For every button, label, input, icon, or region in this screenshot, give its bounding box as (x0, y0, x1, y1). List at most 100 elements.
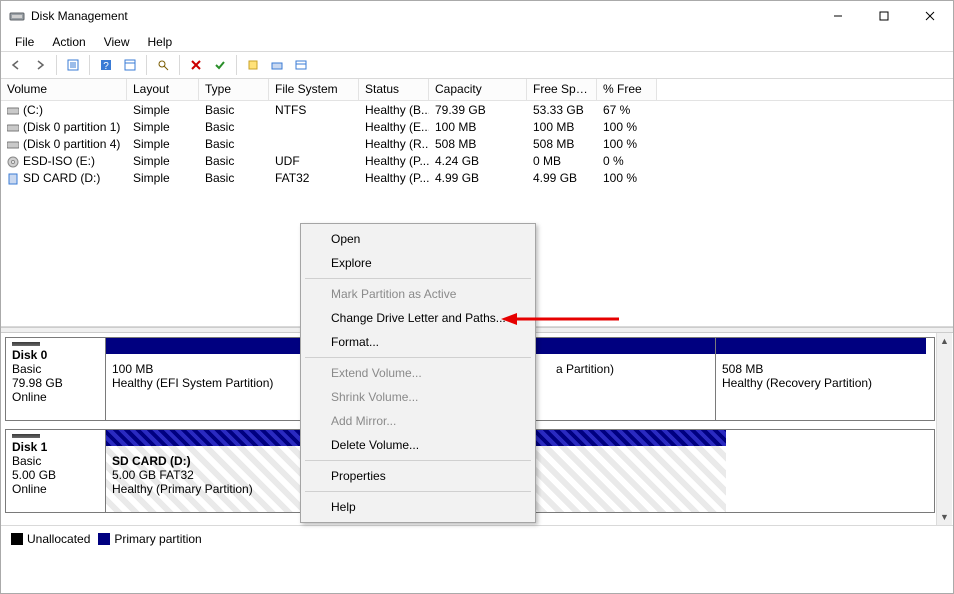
volume-type: Basic (199, 137, 269, 151)
volume-row[interactable]: SD CARD (D:)SimpleBasicFAT32Healthy (P..… (1, 169, 953, 186)
settings-icon[interactable] (119, 54, 141, 76)
volume-capacity: 508 MB (429, 137, 527, 151)
scroll-down-icon[interactable]: ▼ (937, 509, 952, 525)
partition-status: Healthy (Recovery Partition) (722, 376, 872, 390)
help-icon[interactable]: ? (95, 54, 117, 76)
volume-layout: Simple (127, 120, 199, 134)
volume-free: 4.99 GB (527, 171, 597, 185)
col-capacity[interactable]: Capacity (429, 79, 527, 101)
delete-icon[interactable] (185, 54, 207, 76)
col-status[interactable]: Status (359, 79, 429, 101)
volume-capacity: 4.24 GB (429, 154, 527, 168)
volume-free: 100 MB (527, 120, 597, 134)
col-type[interactable]: Type (199, 79, 269, 101)
ctx-shrink-volume: Shrink Volume... (303, 385, 533, 409)
col-layout[interactable]: Layout (127, 79, 199, 101)
ctx-add-mirror: Add Mirror... (303, 409, 533, 433)
partition-status: Healthy (EFI System Partition) (112, 376, 273, 390)
forward-button[interactable] (29, 54, 51, 76)
find-icon[interactable] (152, 54, 174, 76)
disk-size: 5.00 GB (12, 468, 99, 482)
volume-free: 508 MB (527, 137, 597, 151)
close-button[interactable] (907, 1, 953, 31)
volume-icon (7, 139, 19, 149)
disk-management-window: Disk Management File Action View Help ? (0, 0, 954, 594)
menu-action[interactable]: Action (44, 33, 93, 51)
volume-status: Healthy (R... (359, 137, 429, 151)
app-icon (9, 8, 25, 24)
menu-help[interactable]: Help (140, 33, 181, 51)
volume-status: Healthy (E... (359, 120, 429, 134)
disk-info[interactable]: Disk 1Basic5.00 GBOnline (6, 430, 106, 512)
disk-type: Basic (12, 362, 99, 376)
new-icon[interactable] (242, 54, 264, 76)
window-buttons (815, 1, 953, 31)
vertical-scrollbar[interactable]: ▲ ▼ (936, 333, 952, 525)
list-icon[interactable] (290, 54, 312, 76)
partition[interactable]: 100 MBHealthy (EFI System Partition) (106, 338, 306, 420)
volume-type: Basic (199, 103, 269, 117)
volume-name: SD CARD (D:) (23, 171, 100, 185)
volume-type: Basic (199, 171, 269, 185)
volume-status: Healthy (P... (359, 171, 429, 185)
volume-capacity: 4.99 GB (429, 171, 527, 185)
minimize-button[interactable] (815, 1, 861, 31)
ctx-explore[interactable]: Explore (303, 251, 533, 275)
volume-free: 53.33 GB (527, 103, 597, 117)
disk-icon (12, 342, 40, 346)
volume-fs: UDF (269, 154, 359, 168)
disk-info[interactable]: Disk 0Basic79.98 GBOnline (6, 338, 106, 420)
partition-status: a Partition) (556, 362, 614, 376)
col-volume[interactable]: Volume (1, 79, 127, 101)
volume-row[interactable]: ESD-ISO (E:)SimpleBasicUDFHealthy (P...4… (1, 152, 953, 169)
ctx-help[interactable]: Help (303, 495, 533, 519)
volume-rows: (C:)SimpleBasicNTFSHealthy (B...79.39 GB… (1, 101, 953, 186)
partition-bar (716, 338, 926, 354)
partition-title: SD CARD (D:) (112, 454, 191, 468)
volume-row[interactable]: (C:)SimpleBasicNTFSHealthy (B...79.39 GB… (1, 101, 953, 118)
col-filesystem[interactable]: File System (269, 79, 359, 101)
volume-pctfree: 100 % (597, 171, 657, 185)
legend: Unallocated Primary partition (1, 525, 953, 551)
show-hide-icon[interactable] (62, 54, 84, 76)
volume-name: ESD-ISO (E:) (23, 154, 95, 168)
volume-row[interactable]: (Disk 0 partition 1)SimpleBasicHealthy (… (1, 118, 953, 135)
volume-pctfree: 100 % (597, 137, 657, 151)
ctx-change-drive-letter[interactable]: Change Drive Letter and Paths... (303, 306, 533, 330)
maximize-button[interactable] (861, 1, 907, 31)
ctx-open[interactable]: Open (303, 227, 533, 251)
disk-size: 79.98 GB (12, 376, 99, 390)
ctx-delete-volume[interactable]: Delete Volume... (303, 433, 533, 457)
volume-list-header: Volume Layout Type File System Status Ca… (1, 79, 953, 101)
menu-view[interactable]: View (96, 33, 138, 51)
partition-size: 508 MB (722, 362, 763, 376)
context-menu: Open Explore Mark Partition as Active Ch… (300, 223, 536, 523)
volume-status: Healthy (B... (359, 103, 429, 117)
check-icon[interactable] (209, 54, 231, 76)
ctx-format[interactable]: Format... (303, 330, 533, 354)
ctx-properties[interactable]: Properties (303, 464, 533, 488)
disk-type: Basic (12, 454, 99, 468)
legend-swatch-unallocated (11, 533, 23, 545)
volume-fs: FAT32 (269, 171, 359, 185)
back-button[interactable] (5, 54, 27, 76)
volume-pctfree: 100 % (597, 120, 657, 134)
volume-fs: NTFS (269, 103, 359, 117)
col-free[interactable]: Free Spa... (527, 79, 597, 101)
menu-file[interactable]: File (7, 33, 42, 51)
volume-name: (Disk 0 partition 4) (23, 137, 120, 151)
partition-size: 100 MB (112, 362, 153, 376)
disk-name: Disk 0 (12, 348, 99, 362)
disk-name: Disk 1 (12, 440, 99, 454)
partition-size: 5.00 GB FAT32 (112, 468, 194, 482)
scroll-up-icon[interactable]: ▲ (937, 333, 952, 349)
partition[interactable]: 508 MBHealthy (Recovery Partition) (716, 338, 926, 420)
rescan-icon[interactable] (266, 54, 288, 76)
col-pctfree[interactable]: % Free (597, 79, 657, 101)
menubar: File Action View Help (1, 31, 953, 51)
volume-pctfree: 0 % (597, 154, 657, 168)
ctx-extend-volume: Extend Volume... (303, 361, 533, 385)
volume-row[interactable]: (Disk 0 partition 4)SimpleBasicHealthy (… (1, 135, 953, 152)
volume-capacity: 79.39 GB (429, 103, 527, 117)
legend-primary: Primary partition (114, 532, 201, 546)
